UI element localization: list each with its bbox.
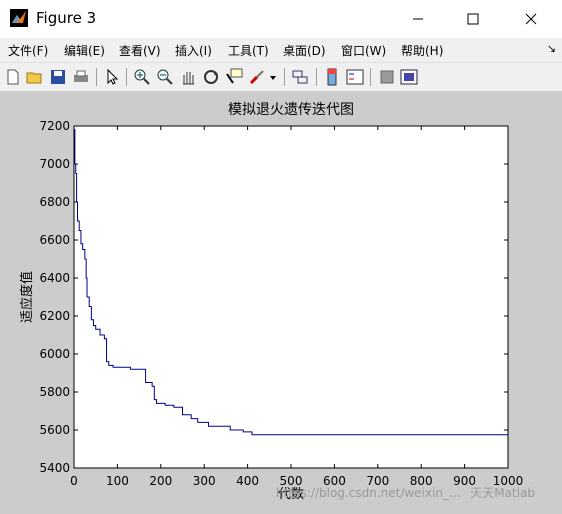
save-icon[interactable] — [49, 68, 67, 86]
zoom-in-icon[interactable] — [133, 68, 151, 86]
x-tick-label: 0 — [70, 474, 78, 488]
watermark-url: https://blog.csdn.net/weixin_... — [276, 486, 461, 500]
toolbar-separator — [370, 68, 371, 86]
menu-insert[interactable]: 插入(I) — [175, 42, 212, 59]
line-chart: 5400 5600 5800 6000 6200 6400 6600 6800 7000 7200… — [19, 102, 523, 502]
menu-bar: 文件(F) 编辑(E) 查看(V) 插入(I) 工具(T) 桌面(D) 窗口(W… — [0, 38, 562, 62]
y-tick-label: 6200 — [39, 309, 70, 323]
window-title: Figure 3 — [36, 9, 97, 27]
figure-toolbar — [0, 62, 562, 92]
menu-help[interactable]: 帮助(H) — [401, 42, 443, 59]
x-tick-label: 100 — [106, 474, 129, 488]
y-tick-label: 7000 — [39, 157, 70, 171]
show-plot-tools-icon[interactable] — [400, 68, 418, 86]
link-plot-icon[interactable] — [291, 68, 309, 86]
brush-dropdown-icon[interactable] — [268, 68, 278, 86]
y-tick-label: 7200 — [39, 119, 70, 133]
chart-title: 模拟退火遗传迭代图 — [228, 102, 354, 118]
open-file-icon[interactable] — [26, 68, 44, 86]
new-figure-icon[interactable] — [4, 68, 22, 86]
brush-icon[interactable] — [248, 68, 266, 86]
toolbar-separator — [316, 68, 317, 86]
watermark-brand: 天天Matlab — [470, 486, 535, 500]
y-tick-label: 6600 — [39, 233, 70, 247]
menu-window[interactable]: 窗口(W) — [341, 42, 386, 59]
x-tick-label: 200 — [149, 474, 172, 488]
matlab-logo-icon — [10, 9, 28, 27]
x-tick-label: 300 — [193, 474, 216, 488]
close-button[interactable] — [508, 0, 554, 38]
y-tick-label: 5600 — [39, 423, 70, 437]
legend-icon[interactable] — [346, 68, 364, 86]
y-tick-label: 6400 — [39, 271, 70, 285]
print-icon[interactable] — [72, 68, 90, 86]
maximize-icon — [467, 13, 479, 25]
y-tick-label: 6000 — [39, 347, 70, 361]
hide-plot-tools-icon[interactable] — [378, 68, 396, 86]
figure-canvas: 5400 5600 5800 6000 6200 6400 6600 6800 7000 7200… — [0, 91, 562, 514]
axes-background — [73, 125, 509, 469]
rotate-3d-icon[interactable] — [202, 68, 220, 86]
menu-edit[interactable]: 编辑(E) — [64, 42, 105, 59]
y-axis-label: 适应度值 — [19, 271, 35, 323]
toolbar-separator — [96, 68, 97, 86]
menu-overflow-icon[interactable]: ↘ — [547, 42, 556, 55]
title-bar: Figure 3 — [0, 0, 562, 38]
minimize-button[interactable] — [395, 0, 441, 38]
y-tick-label: 6800 — [39, 195, 70, 209]
zoom-out-icon[interactable] — [156, 68, 174, 86]
pan-icon[interactable] — [179, 68, 197, 86]
pointer-icon[interactable] — [103, 68, 121, 86]
x-tick-label: 400 — [236, 474, 259, 488]
close-icon — [525, 13, 537, 25]
menu-tools[interactable]: 工具(T) — [228, 42, 269, 59]
minimize-icon — [413, 18, 423, 20]
y-tick-label: 5400 — [39, 461, 70, 475]
toolbar-separator — [126, 68, 127, 86]
watermark: https://blog.csdn.net/weixin_... 天天Matla… — [276, 484, 535, 501]
menu-desktop[interactable]: 桌面(D) — [283, 42, 326, 59]
menu-file[interactable]: 文件(F) — [8, 42, 48, 59]
y-tick-label: 5800 — [39, 385, 70, 399]
maximize-button[interactable] — [450, 0, 496, 38]
toolbar-separator — [284, 68, 285, 86]
menu-view[interactable]: 查看(V) — [119, 42, 161, 59]
colorbar-icon[interactable] — [323, 68, 341, 86]
data-cursor-icon[interactable] — [225, 68, 243, 86]
